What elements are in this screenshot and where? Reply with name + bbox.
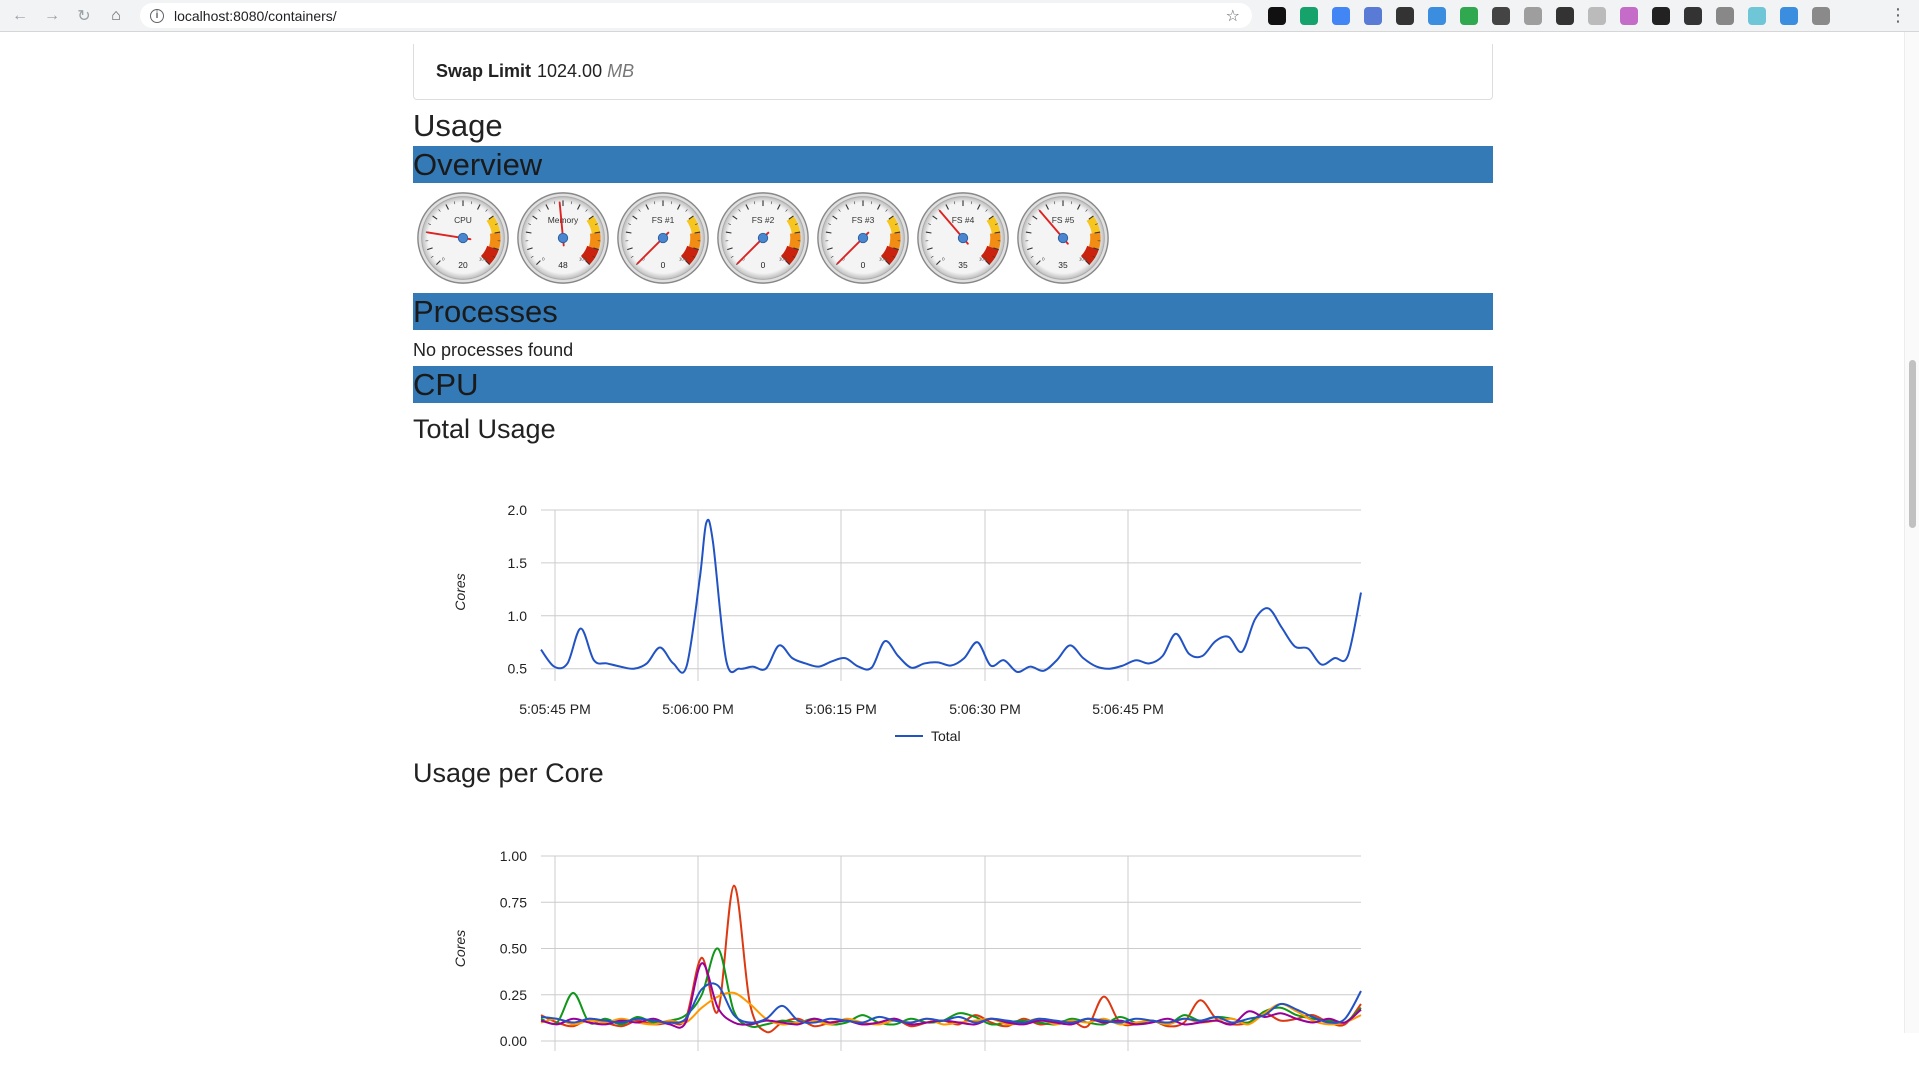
gauge-max-label: 100 [679,257,687,262]
gauge-label: FS #1 [652,215,675,225]
gauge-value: 0 [661,260,666,270]
per-core-usage-title: Usage per Core [413,747,1493,791]
y-tick-label: 0.25 [500,987,527,1003]
y-tick-label: 0.50 [500,941,527,957]
gauge: FS #5 0 100 35 [1016,191,1110,285]
gauge: FS #201000 [716,191,810,285]
swap-limit-label: Swap Limit [436,61,531,82]
address-bar[interactable]: i localhost:8080/containers/ ☆ [140,3,1252,28]
cpu-section-header: CPU [413,366,1493,403]
extension-icon[interactable] [1780,7,1798,25]
y-tick-label: 1.0 [508,608,528,624]
browser-menu-icon[interactable]: ⋮ [1889,6,1907,24]
home-icon[interactable]: ⌂ [104,4,128,28]
back-arrow-icon[interactable]: ← [8,4,32,28]
extension-icon[interactable] [1492,7,1510,25]
info-icon[interactable]: i [150,9,164,23]
gauge-value: 20 [458,260,468,270]
gauge-value: 35 [1058,260,1068,270]
gauge-label: FS #4 [952,215,975,225]
swap-limit-value: 1024.00 [537,61,602,82]
swap-limit-row: Swap Limit 1024.00 MB [413,44,1493,100]
extension-icon[interactable] [1812,7,1830,25]
extension-icon[interactable] [1364,7,1382,25]
extension-icon[interactable] [1588,7,1606,25]
gauge: CPU 0 100 20 [416,191,510,285]
gauge-value: 48 [558,260,568,270]
gauge-min-label: 0 [942,257,945,262]
gauge-max-label: 100 [779,257,787,262]
gauge-max-label: 100 [879,257,887,262]
gauge: FS #4 0 100 35 [916,191,1010,285]
bookmark-star-icon[interactable]: ☆ [1226,6,1240,26]
y-axis-title: Cores [452,930,468,967]
y-tick-label: 1.00 [500,848,527,864]
gauge-value: 0 [861,260,866,270]
total-usage-title: Total Usage [413,403,1493,447]
y-tick-label: 0.00 [500,1033,527,1049]
extension-icon[interactable] [1652,7,1670,25]
gauge: Memory 0 100 48 [516,191,610,285]
address-url[interactable]: localhost:8080/containers/ [174,8,337,24]
usage-heading: Usage [413,106,1493,146]
extension-icon[interactable] [1460,7,1478,25]
series-line [541,886,1361,1033]
extension-icon[interactable] [1524,7,1542,25]
series-line [541,948,1361,1027]
scrollbar-thumb[interactable] [1909,360,1916,528]
extension-icon[interactable] [1716,7,1734,25]
gauge-max-label: 100 [579,257,587,262]
y-axis-title: Cores [452,573,468,610]
extension-icon[interactable] [1268,7,1286,25]
y-tick-label: 1.5 [508,555,528,571]
y-tick-label: 0.5 [508,661,528,677]
swap-limit-unit: MB [607,61,634,82]
extension-icon[interactable] [1396,7,1414,25]
series-line [541,520,1361,673]
gauge: FS #101000 [616,191,710,285]
forward-arrow-icon[interactable]: → [40,4,64,28]
extension-icon[interactable] [1300,7,1318,25]
gauge-min-label: 0 [1042,257,1045,262]
gauge-min-label: 0 [442,257,445,262]
extension-icon[interactable] [1428,7,1446,25]
extension-icon[interactable] [1748,7,1766,25]
overview-section-header: Overview [413,146,1493,183]
gauge-max-label: 100 [479,257,487,262]
x-tick-label: 5:06:45 PM [1092,701,1164,717]
x-tick-label: 5:06:15 PM [805,701,877,717]
total-usage-svg: 2.0 1.5 1.0 0.5 5:05:45 PM 5:06:00 PM 5:06:15 … [413,447,1493,747]
browser-toolbar: ← → ↻ ⌂ i localhost:8080/containers/ ☆ ⋮ [0,0,1919,32]
gauge-max-label: 100 [979,257,987,262]
gauge-label: FS #3 [852,215,875,225]
extension-icon[interactable] [1556,7,1574,25]
no-processes-message: No processes found [413,330,1493,366]
per-core-usage-svg: 1.00 0.75 0.50 0.25 0.00 Cores [413,791,1493,1091]
page-scrollbar[interactable] [1904,32,1919,1033]
gauge-min-label: 0 [542,257,545,262]
extension-icon[interactable] [1684,7,1702,25]
per-core-usage-chart: 1.00 0.75 0.50 0.25 0.00 Cores [413,791,1493,1091]
gauge-label: CPU [454,215,472,225]
gauge: FS #301000 [816,191,910,285]
extension-icon[interactable] [1332,7,1350,25]
processes-section-header: Processes [413,293,1493,330]
gauge-label: Memory [548,215,579,225]
x-tick-label: 5:06:30 PM [949,701,1021,717]
y-tick-label: 0.75 [500,894,527,910]
gauge-row: CPU 0 100 20 Memory 0 100 48 FS #1 0 100 0 FS #2 0 100… [413,183,1493,293]
x-tick-label: 5:06:00 PM [662,701,734,717]
legend-label: Total [931,728,961,744]
extension-icon[interactable] [1620,7,1638,25]
gauge-label: FS #2 [752,215,775,225]
x-tick-label: 5:05:45 PM [519,701,591,717]
gauge-label: FS #5 [1052,215,1075,225]
gauge-value: 0 [761,260,766,270]
y-tick-label: 2.0 [508,502,528,518]
reload-icon[interactable]: ↻ [72,4,96,28]
page-content: Swap Limit 1024.00 MB Usage Overview CPU… [413,32,1493,1091]
total-usage-chart: 2.0 1.5 1.0 0.5 5:05:45 PM 5:06:00 PM 5:06:15 … [413,447,1493,747]
gauge-max-label: 100 [1079,257,1087,262]
gauge-value: 35 [958,260,968,270]
